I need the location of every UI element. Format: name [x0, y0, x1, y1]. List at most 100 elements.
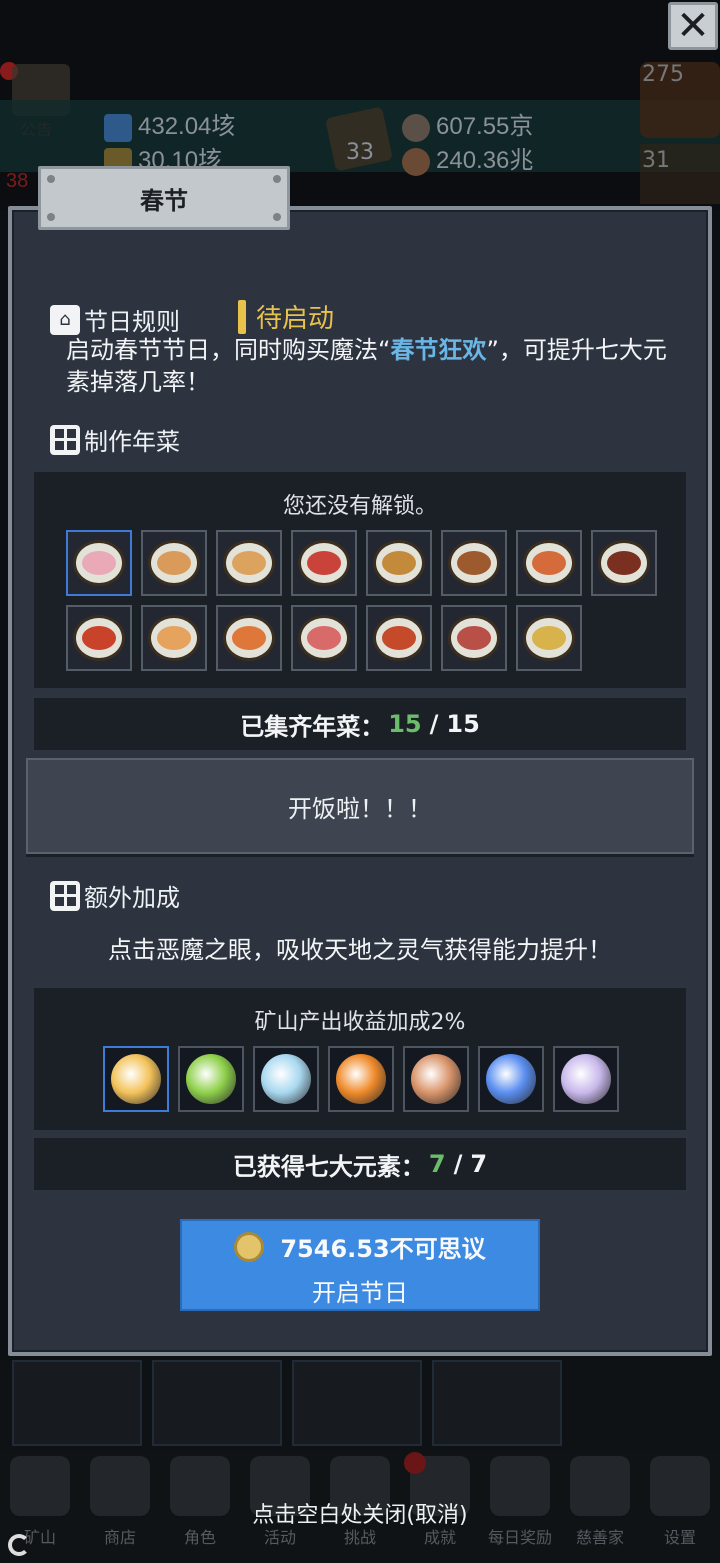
dish-slot[interactable] — [441, 530, 507, 596]
food-icon — [382, 626, 416, 650]
dish-slot[interactable] — [366, 530, 432, 596]
food-icon — [157, 551, 191, 575]
dish-icon — [223, 615, 275, 661]
element-slot[interactable] — [253, 1046, 319, 1112]
grid-icon — [50, 880, 80, 911]
element-slot[interactable] — [328, 1046, 394, 1112]
dish-slot[interactable] — [66, 530, 132, 596]
dish-icon — [373, 540, 425, 586]
dishes-count-bar: 已集齐年菜： 15 / 15 — [34, 698, 686, 750]
dishes-panel: 您还没有解锁。 — [34, 472, 686, 688]
dish-slot[interactable] — [441, 605, 507, 671]
food-icon — [532, 551, 566, 575]
dish-slot[interactable] — [291, 530, 357, 596]
element-slot[interactable] — [178, 1046, 244, 1112]
resource-4: 240.36兆 — [402, 140, 533, 176]
close-icon: ✕ — [676, 3, 710, 49]
element-slot[interactable] — [103, 1046, 169, 1112]
shelf-slot — [432, 1360, 562, 1446]
fire-orb-icon — [336, 1054, 386, 1104]
food-icon — [457, 626, 491, 650]
dish-icon — [598, 540, 650, 586]
food-icon — [607, 551, 641, 575]
element-slot[interactable] — [553, 1046, 619, 1112]
nav-notification-dot — [404, 1452, 426, 1474]
mine-bonus-text: 矿山产出收益加成2% — [254, 1010, 466, 1035]
resource-3: 607.55京 — [402, 106, 533, 142]
cost-row: 7546.53不可思议 — [182, 1229, 538, 1264]
dish-icon — [523, 540, 575, 586]
close-button[interactable]: ✕ — [668, 2, 718, 50]
dish-icon — [298, 540, 350, 586]
home-icon: ⌂ — [50, 304, 80, 335]
book-count: 33 — [346, 140, 374, 165]
resource-1: 432.04垓 — [104, 106, 235, 142]
elements-collected: 7 — [428, 1150, 446, 1178]
open-festival-label: 开启节日 — [312, 1279, 408, 1307]
dish-slot[interactable] — [516, 530, 582, 596]
blue-gem-icon — [104, 113, 132, 142]
dish-slot[interactable] — [141, 605, 207, 671]
loading-icon — [8, 1534, 30, 1556]
dish-icon — [298, 615, 350, 661]
chest-count: 31 — [642, 148, 670, 173]
dish-slot[interactable] — [216, 530, 282, 596]
dish-icon — [523, 615, 575, 661]
bonus-heading: 额外加成 — [50, 878, 180, 913]
dish-icon — [448, 615, 500, 661]
dish-icon — [223, 540, 275, 586]
rivet-icon — [273, 213, 281, 221]
dish-icon — [73, 540, 125, 586]
shelf-slot — [152, 1360, 282, 1446]
dish-slot[interactable] — [291, 605, 357, 671]
food-icon — [82, 551, 116, 575]
cost-amount: 7546.53不可思议 — [280, 1235, 486, 1263]
rule-description: 启动春节节日，同时购买魔法“春节狂欢”，可提升七大元素掉落几率！ — [66, 336, 667, 396]
dish-slot[interactable] — [216, 605, 282, 671]
meat-icon — [402, 147, 430, 176]
dishes-collected: 15 — [388, 710, 422, 738]
ore-icon — [402, 113, 430, 142]
gold-orb-icon — [111, 1054, 161, 1104]
food-icon — [232, 551, 266, 575]
rivet-icon — [47, 213, 55, 221]
shelf-slot — [12, 1360, 142, 1446]
water-orb-icon — [486, 1054, 536, 1104]
coin-icon — [234, 1231, 265, 1262]
dish-icon — [148, 615, 200, 661]
food-icon — [307, 626, 341, 650]
dish-icon — [448, 540, 500, 586]
potion-count: 275 — [642, 62, 684, 87]
food-icon — [532, 626, 566, 650]
dishes-locked-message: 您还没有解锁。 — [282, 494, 437, 519]
grid-icon — [50, 424, 80, 455]
tap-to-close-hint[interactable]: 点击空白处关闭(取消) — [0, 1497, 720, 1529]
rivet-icon — [47, 175, 55, 183]
spirit-orb-icon — [561, 1054, 611, 1104]
dish-slot[interactable] — [141, 530, 207, 596]
food-icon — [382, 551, 416, 575]
exclamation-icon — [238, 299, 246, 334]
food-icon — [457, 551, 491, 575]
dish-slot[interactable] — [66, 605, 132, 671]
dish-slot[interactable] — [366, 605, 432, 671]
festival-status: 待启动 — [238, 298, 334, 335]
dishes-heading: 制作年菜 — [50, 422, 180, 457]
dish-slot[interactable] — [516, 605, 582, 671]
modal-title-tab: 春节 — [38, 166, 290, 230]
element-slot[interactable] — [403, 1046, 469, 1112]
open-festival-button[interactable]: 7546.53不可思议 开启节日 — [180, 1219, 540, 1311]
element-slot[interactable] — [478, 1046, 544, 1112]
bonus-description: 点击恶魔之眼，吸收天地之灵气获得能力提升！ — [108, 936, 612, 964]
shelf-slot — [292, 1360, 422, 1446]
dish-icon — [73, 615, 125, 661]
modal-title: 春节 — [140, 186, 188, 215]
left-badge: 38 — [6, 170, 29, 192]
food-icon — [307, 551, 341, 575]
eat-button[interactable]: 开饭啦！！！ — [26, 758, 694, 854]
dishes-total: 15 — [446, 710, 480, 738]
rivet-icon — [273, 175, 281, 183]
earth-orb-icon — [411, 1054, 461, 1104]
ice-orb-icon — [261, 1054, 311, 1104]
dish-slot[interactable] — [591, 530, 657, 596]
